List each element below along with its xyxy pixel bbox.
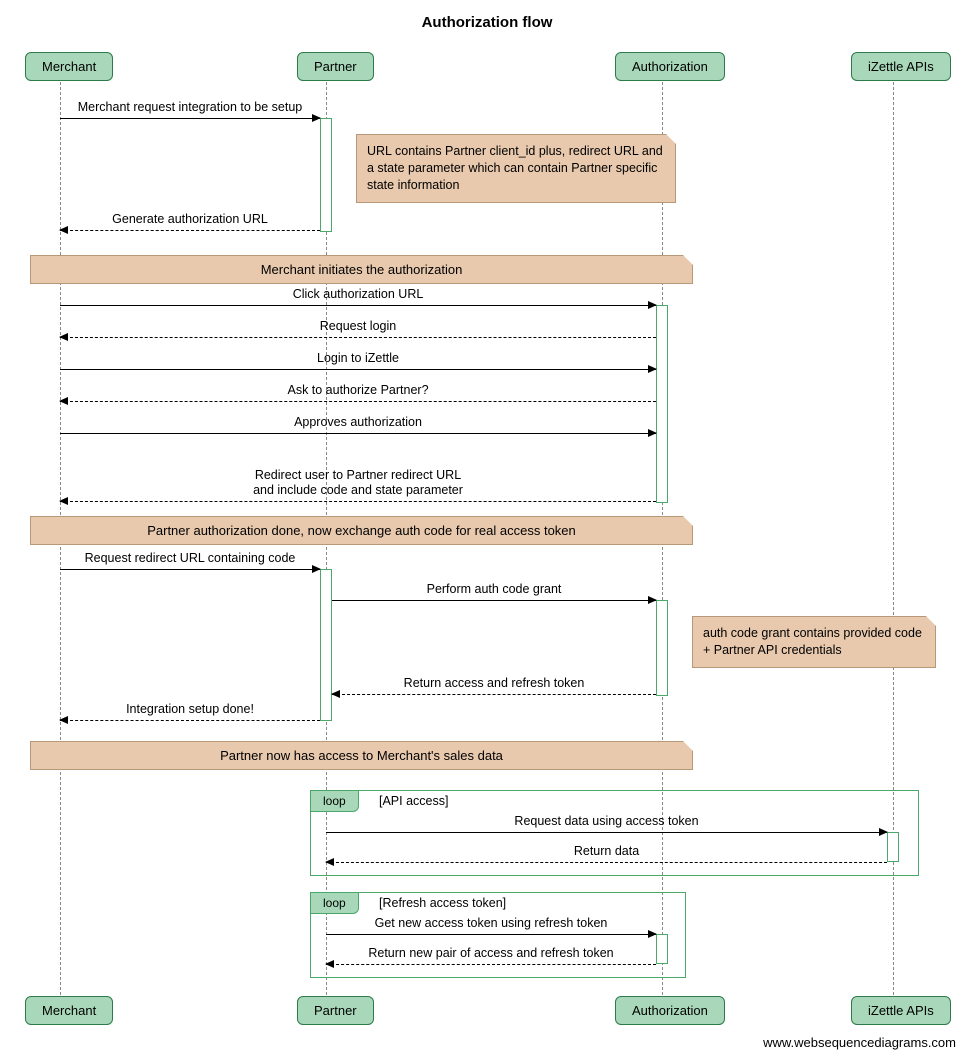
footer-link: www.websequencediagrams.com (763, 1035, 956, 1050)
msg-setup-done: Integration setup done! (60, 720, 320, 721)
msg-request-redirect: Request redirect URL containing code (60, 569, 320, 570)
banner-initiates: Merchant initiates the authorization (30, 255, 693, 284)
msg-request-data: Request data using access token (326, 832, 887, 833)
msg-request-login: Request login (60, 337, 656, 338)
actor-partner-bottom: Partner (297, 996, 374, 1025)
msg-approves: Approves authorization (60, 433, 656, 434)
activation-authorization-1 (656, 305, 668, 503)
msg-return-tokens: Return access and refresh token (332, 694, 656, 695)
loop-condition-2: [Refresh access token] (379, 896, 506, 910)
msg-generate-url: Generate authorization URL (60, 230, 320, 231)
loop-keyword-2: loop (310, 892, 359, 914)
msg-ask-authorize: Ask to authorize Partner? (60, 401, 656, 402)
diagram-title: Authorization flow (0, 14, 974, 31)
activation-partner-1 (320, 118, 332, 232)
note-url-contents: URL contains Partner client_id plus, red… (356, 134, 676, 203)
sequence-diagram: Authorization flow Merchant Partner Auth… (0, 0, 974, 1056)
msg-redirect: Redirect user to Partner redirect URL an… (60, 501, 656, 502)
activation-partner-2 (320, 569, 332, 721)
actor-merchant-top: Merchant (25, 52, 113, 81)
note-grant-contents: auth code grant contains provided code +… (692, 616, 936, 668)
msg-auth-code-grant: Perform auth code grant (332, 600, 656, 601)
msg-return-data: Return data (326, 862, 887, 863)
banner-exchange: Partner authorization done, now exchange… (30, 516, 693, 545)
loop-api-access: loop [API access] (310, 790, 919, 876)
msg-return-new-tokens: Return new pair of access and refresh to… (326, 964, 656, 965)
actor-apis-bottom: iZettle APIs (851, 996, 951, 1025)
banner-access: Partner now has access to Merchant's sal… (30, 741, 693, 770)
activation-authorization-2 (656, 600, 668, 696)
msg-login: Login to iZettle (60, 369, 656, 370)
loop-refresh-token: loop [Refresh access token] (310, 892, 686, 978)
msg-click-url: Click authorization URL (60, 305, 656, 306)
loop-keyword-1: loop (310, 790, 359, 812)
actor-apis-top: iZettle APIs (851, 52, 951, 81)
actor-merchant-bottom: Merchant (25, 996, 113, 1025)
actor-partner-top: Partner (297, 52, 374, 81)
actor-authorization-top: Authorization (615, 52, 725, 81)
msg-request-integration: Merchant request integration to be setup (60, 118, 320, 119)
actor-authorization-bottom: Authorization (615, 996, 725, 1025)
loop-condition-1: [API access] (379, 794, 448, 808)
msg-refresh-token: Get new access token using refresh token (326, 934, 656, 935)
